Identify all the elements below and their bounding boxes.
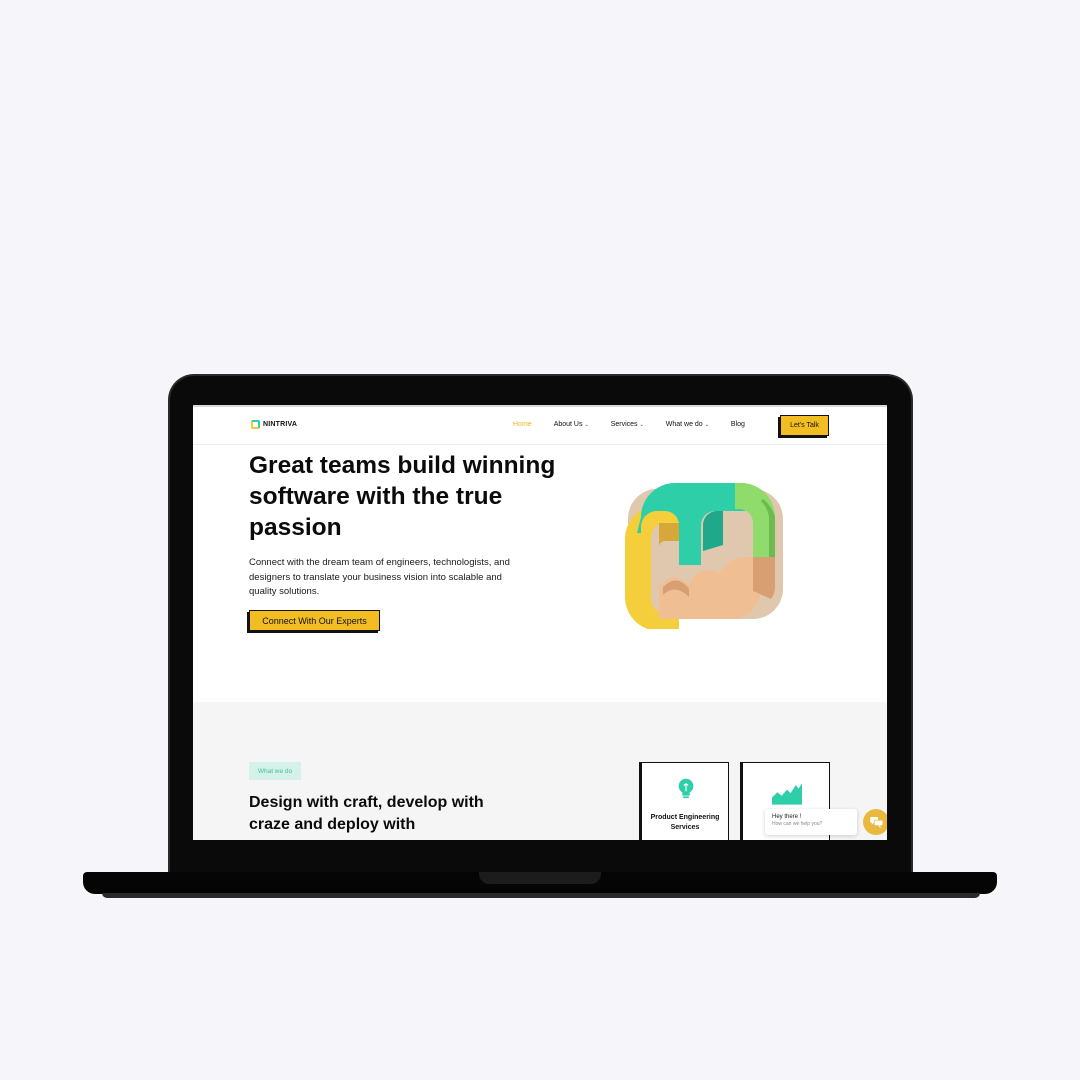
logo-icon <box>251 420 260 429</box>
nav-item-blog[interactable]: Blog <box>731 421 745 428</box>
lets-talk-button[interactable]: Let's Talk <box>780 415 829 436</box>
section-tag: What we do <box>249 762 301 780</box>
section-title: Design with craft, develop with craze an… <box>249 794 484 833</box>
nav-item-label: Home <box>513 421 532 428</box>
chat-icon <box>869 816 883 828</box>
hero-title: Great teams build winning software with … <box>249 452 556 541</box>
lightbulb-icon <box>678 778 694 799</box>
logo[interactable]: NINTRIVA <box>251 420 297 429</box>
service-card-label: Product Engineering Services <box>650 814 720 831</box>
chevron-down-icon: ⌄ <box>584 421 589 428</box>
website-screen: NINTRIVA Home About Us ⌄ Services ⌄ What… <box>193 405 887 840</box>
laptop-notch <box>479 872 601 884</box>
logo-text: NINTRIVA <box>263 421 298 428</box>
chat-greeting-bubble[interactable]: Hey there ! How can we help you? <box>765 809 857 835</box>
connect-experts-button[interactable]: Connect With Our Experts <box>249 610 380 631</box>
hero-logo-illustration <box>625 483 783 629</box>
nav-item-label: About Us <box>553 421 583 428</box>
hero-description: Connect with the dream team of engineers… <box>249 557 510 597</box>
growth-chart-icon <box>772 783 802 805</box>
main-nav: Home About Us ⌄ Services ⌄ What we do ⌄ … <box>513 421 767 428</box>
chevron-down-icon: ⌄ <box>639 421 644 428</box>
nav-item-label: Blog <box>730 421 745 428</box>
nav-item-services[interactable]: Services ⌄ <box>611 421 644 428</box>
service-card-product-engineering[interactable]: Product Engineering Services <box>641 762 729 840</box>
nav-item-what-we-do[interactable]: What we do ⌄ <box>666 421 709 428</box>
site-header: NINTRIVA Home About Us ⌄ Services ⌄ What… <box>193 407 887 445</box>
chat-launcher-button[interactable] <box>863 809 887 835</box>
nav-item-label: Services <box>610 421 638 428</box>
laptop-base-shadow <box>102 893 980 898</box>
chevron-down-icon: ⌄ <box>704 421 709 428</box>
nav-item-about-us[interactable]: About Us ⌄ <box>554 421 589 428</box>
chat-greeting: Hey there ! <box>772 814 802 820</box>
chat-subtext: How can we help you? <box>772 821 823 827</box>
nav-item-home[interactable]: Home <box>513 421 532 428</box>
nav-item-label: What we do <box>665 421 703 428</box>
